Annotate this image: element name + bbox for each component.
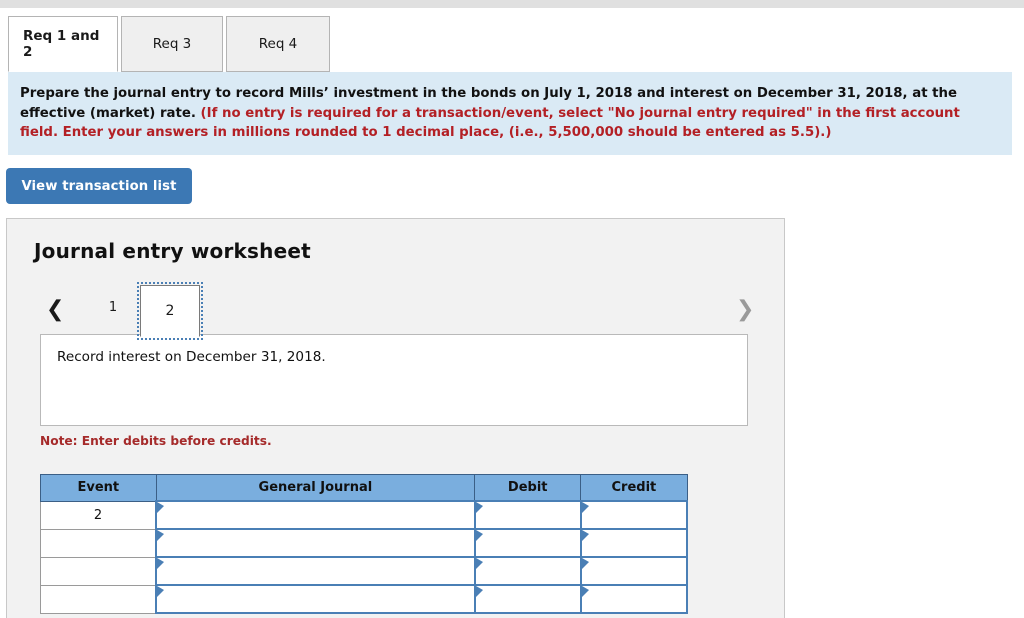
dropdown-triangle-icon [475,530,483,541]
debit-input[interactable] [473,584,582,614]
table-row [40,556,689,586]
event-cell [40,556,157,586]
tab-label: Req 1 and 2 [23,28,100,60]
chevron-right-icon[interactable]: ❯ [736,299,754,321]
column-header-event: Event [40,474,157,502]
table-row [40,584,689,614]
column-header-credit: Credit [580,474,688,502]
debit-input[interactable] [473,500,582,530]
worksheet-page-2[interactable]: 2 [137,282,203,340]
journal-entry-worksheet-panel: Journal entry worksheet ❮ 1 2 ❯ Record i… [6,218,785,618]
credit-input[interactable] [579,556,689,586]
worksheet-description-text: Record interest on December 31, 2018. [57,349,326,365]
tab-req-1-and-2[interactable]: Req 1 and 2 [8,16,118,72]
credit-input[interactable] [579,500,689,530]
credit-input[interactable] [579,584,689,614]
worksheet-description-box: Record interest on December 31, 2018. [40,334,748,426]
dropdown-triangle-icon [475,558,483,569]
general-journal-input[interactable] [155,584,476,614]
worksheet-page-label: 1 [108,299,118,315]
dropdown-triangle-icon [475,586,483,597]
worksheet-page-1[interactable]: 1 [98,293,128,321]
event-cell: 2 [40,500,157,530]
worksheet-pager: ❮ 1 2 ❯ [34,279,764,340]
debit-input[interactable] [473,556,582,586]
dropdown-triangle-icon [581,586,589,597]
journal-entry-table: Event General Journal Debit Credit 2 [40,474,689,614]
view-transaction-list-button[interactable]: View transaction list [6,168,192,204]
general-journal-input[interactable] [155,500,476,530]
tab-req-4[interactable]: Req 4 [226,16,330,72]
table-row: 2 [40,500,689,530]
event-cell [40,528,157,558]
dropdown-triangle-icon [157,502,165,513]
worksheet-page-label: 2 [165,303,175,319]
general-journal-input[interactable] [155,556,476,586]
dropdown-triangle-icon [581,530,589,541]
top-strip [0,0,1024,8]
dropdown-triangle-icon [581,558,589,569]
chevron-left-icon[interactable]: ❮ [46,299,64,321]
dropdown-triangle-icon [475,502,483,513]
dropdown-triangle-icon [581,502,589,513]
credit-input[interactable] [579,528,689,558]
table-header-row: Event General Journal Debit Credit [40,474,688,502]
dropdown-triangle-icon [157,586,165,597]
tab-label: Req 4 [258,36,298,52]
debit-input[interactable] [473,528,582,558]
dropdown-triangle-icon [157,558,165,569]
event-cell [40,584,157,614]
column-header-general-journal: General Journal [155,474,476,502]
table-row [40,528,689,558]
view-transaction-list-label: View transaction list [21,178,177,194]
worksheet-title: Journal entry worksheet [34,239,311,263]
tab-req-3[interactable]: Req 3 [121,16,223,72]
instruction-panel: Prepare the journal entry to record Mill… [8,72,1012,156]
tab-label: Req 3 [152,36,192,52]
tab-bar: Req 1 and 2 Req 3 Req 4 [8,14,333,72]
debits-before-credits-note: Note: Enter debits before credits. [40,434,272,448]
dropdown-triangle-icon [157,530,165,541]
column-header-debit: Debit [474,474,582,502]
general-journal-input[interactable] [155,528,476,558]
